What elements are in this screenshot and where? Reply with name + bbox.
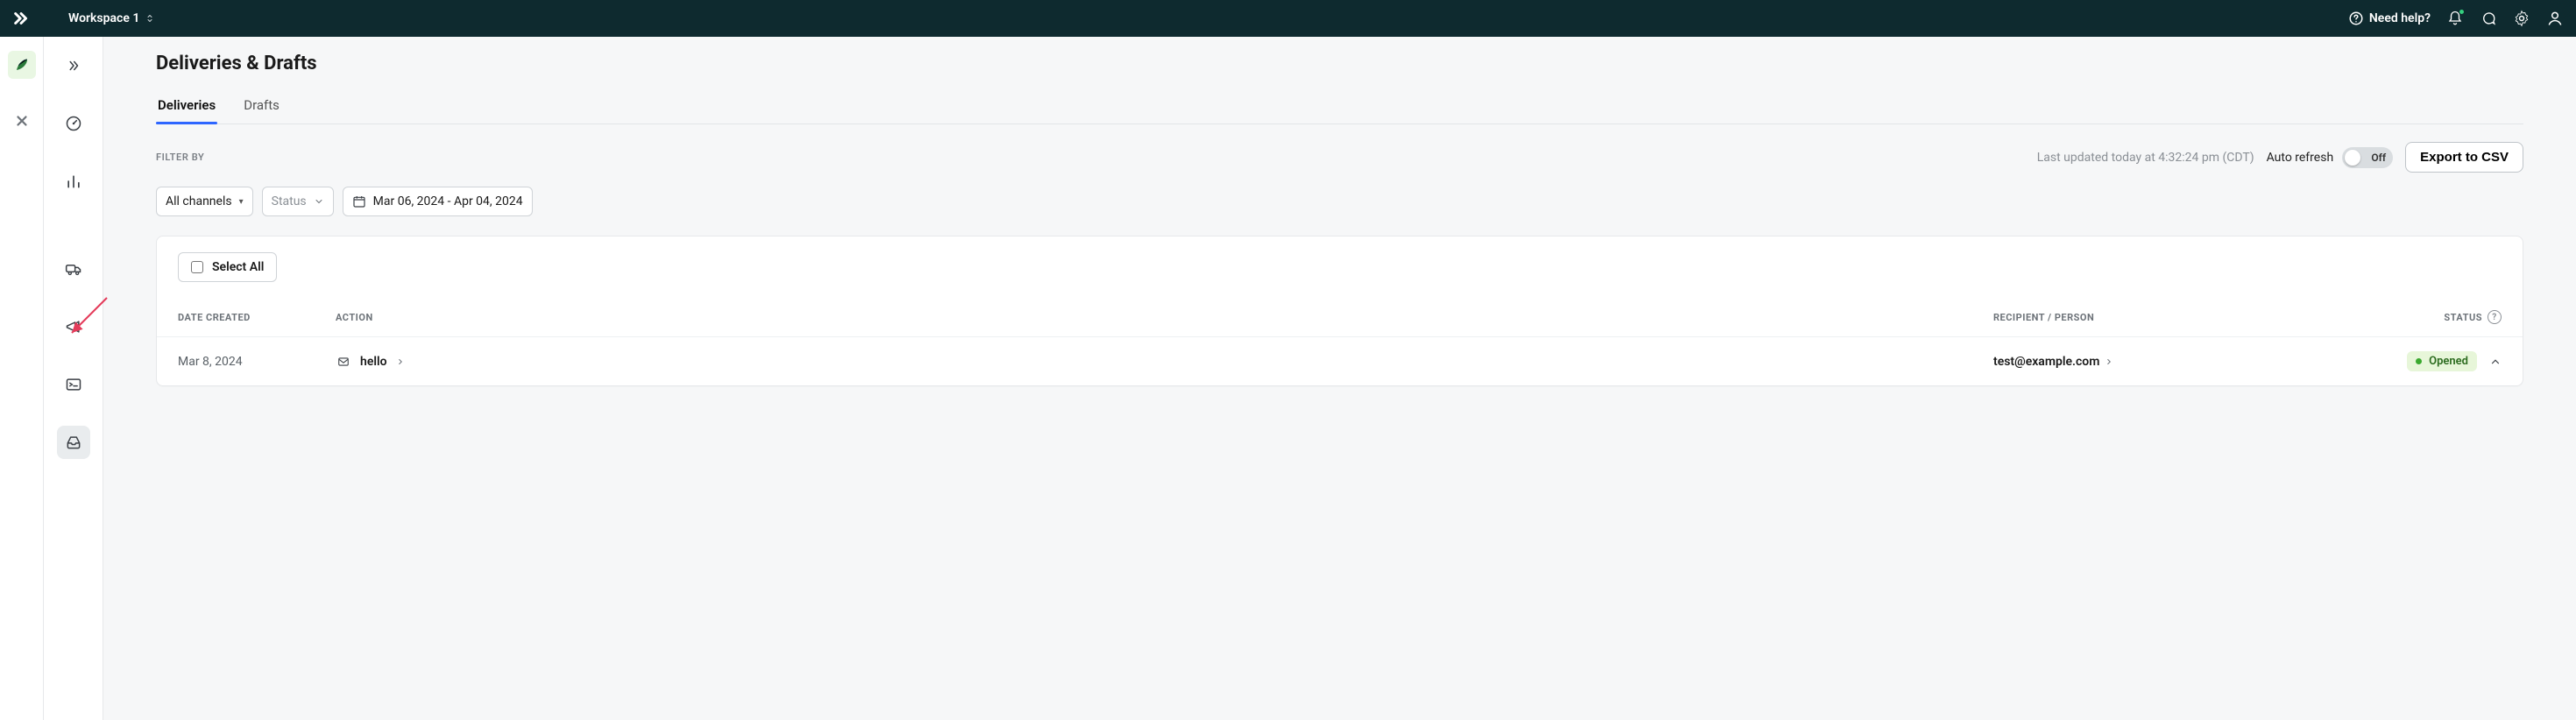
select-all-button[interactable]: Select All (178, 252, 277, 282)
chevron-up-icon[interactable] (2489, 356, 2502, 368)
auto-refresh-label: Auto refresh (2267, 151, 2334, 165)
filter-status[interactable]: Status (262, 187, 334, 216)
need-help-label: Need help? (2369, 11, 2431, 25)
dropdown-caret-icon: ▾ (239, 197, 244, 207)
main-content: Deliveries & Drafts Deliveries Drafts La… (103, 37, 2576, 720)
sidebar (44, 37, 103, 720)
product-stripe (0, 37, 44, 720)
tabs: Deliveries Drafts (156, 90, 2523, 124)
cell-action[interactable]: hello (336, 355, 1993, 369)
chat-button[interactable] (2480, 10, 2497, 27)
profile-button[interactable] (2546, 10, 2564, 27)
truck-icon (64, 260, 83, 278)
notification-dot (2459, 9, 2465, 15)
cell-date: Mar 8, 2024 (178, 355, 336, 369)
sidebar-item-analytics[interactable] (57, 165, 90, 198)
export-csv-button[interactable]: Export to CSV (2405, 142, 2523, 173)
stripe-item-primary[interactable] (8, 51, 36, 79)
checkbox-icon (191, 261, 203, 273)
status-badge: Opened (2407, 351, 2477, 371)
cell-recipient[interactable]: test@example.com (1993, 355, 2326, 369)
page-title: Deliveries & Drafts (156, 53, 2523, 74)
need-help-button[interactable]: Need help? (2348, 11, 2431, 26)
sidebar-item-broadcasts[interactable] (57, 310, 90, 343)
col-action: ACTION (336, 312, 1993, 323)
brand-logo[interactable] (12, 9, 32, 28)
col-status: STATUS ? (2326, 310, 2502, 324)
mail-icon (336, 356, 351, 368)
x-icon (14, 113, 30, 129)
leaf-icon (14, 57, 30, 73)
chevron-down-icon (314, 196, 324, 207)
workspace-label: Workspace 1 (68, 11, 139, 25)
megaphone-icon (65, 318, 82, 335)
topbar: Workspace 1 Need help? (0, 0, 2576, 37)
sidebar-item-journeys[interactable] (57, 252, 90, 286)
expand-icon (66, 58, 81, 74)
table-row[interactable]: Mar 8, 2024 hello test@example.com Opene… (157, 336, 2523, 385)
chevron-right-icon (2105, 357, 2113, 366)
cell-status: Opened (2326, 351, 2502, 371)
inbox-icon (65, 434, 82, 451)
filter-bar: All channels ▾ Status Mar 06, 2024 - Apr… (156, 187, 2523, 216)
col-date-created: DATE CREATED (178, 312, 336, 323)
toggle-state: Off (2371, 152, 2386, 164)
notifications-button[interactable] (2446, 10, 2464, 27)
terminal-icon (65, 376, 82, 393)
sidebar-item-dashboard[interactable] (57, 107, 90, 140)
gauge-icon (65, 115, 82, 132)
filter-by-label: FILTER BY (156, 152, 204, 163)
tab-drafts[interactable]: Drafts (242, 90, 281, 124)
table-header: DATE CREATED ACTION RECIPIENT / PERSON S… (157, 298, 2523, 336)
settings-button[interactable] (2513, 10, 2530, 27)
top-actions: Need help? (2348, 10, 2564, 27)
sidebar-expand-button[interactable] (57, 49, 90, 82)
gear-icon (2513, 10, 2530, 27)
col-recipient: RECIPIENT / PERSON (1993, 312, 2326, 323)
sidebar-item-transactional[interactable] (57, 368, 90, 401)
user-icon (2546, 10, 2564, 27)
auto-refresh-toggle[interactable]: Off (2342, 147, 2393, 168)
help-circle-icon[interactable]: ? (2488, 310, 2502, 324)
deliveries-table: Select All DATE CREATED ACTION RECIPIENT… (156, 236, 2523, 386)
sidebar-item-deliveries[interactable] (57, 426, 90, 459)
calendar-icon (352, 194, 366, 208)
tab-deliveries[interactable]: Deliveries (156, 90, 217, 124)
chat-icon (2480, 11, 2496, 26)
workspace-switcher[interactable]: Workspace 1 (68, 11, 155, 25)
help-circle-icon (2348, 11, 2364, 26)
bar-chart-icon (65, 173, 82, 190)
stripe-item-secondary[interactable] (8, 107, 36, 135)
chevron-right-icon (396, 357, 405, 366)
filter-channel[interactable]: All channels ▾ (156, 187, 253, 216)
auto-refresh: Auto refresh Off (2267, 147, 2394, 168)
chevron-sort-icon (145, 13, 155, 24)
last-updated: Last updated today at 4:32:24 pm (CDT) (2037, 151, 2254, 165)
status-dot-icon (2416, 358, 2422, 364)
toggle-knob (2345, 150, 2360, 166)
filter-date-range[interactable]: Mar 06, 2024 - Apr 04, 2024 (343, 187, 533, 216)
